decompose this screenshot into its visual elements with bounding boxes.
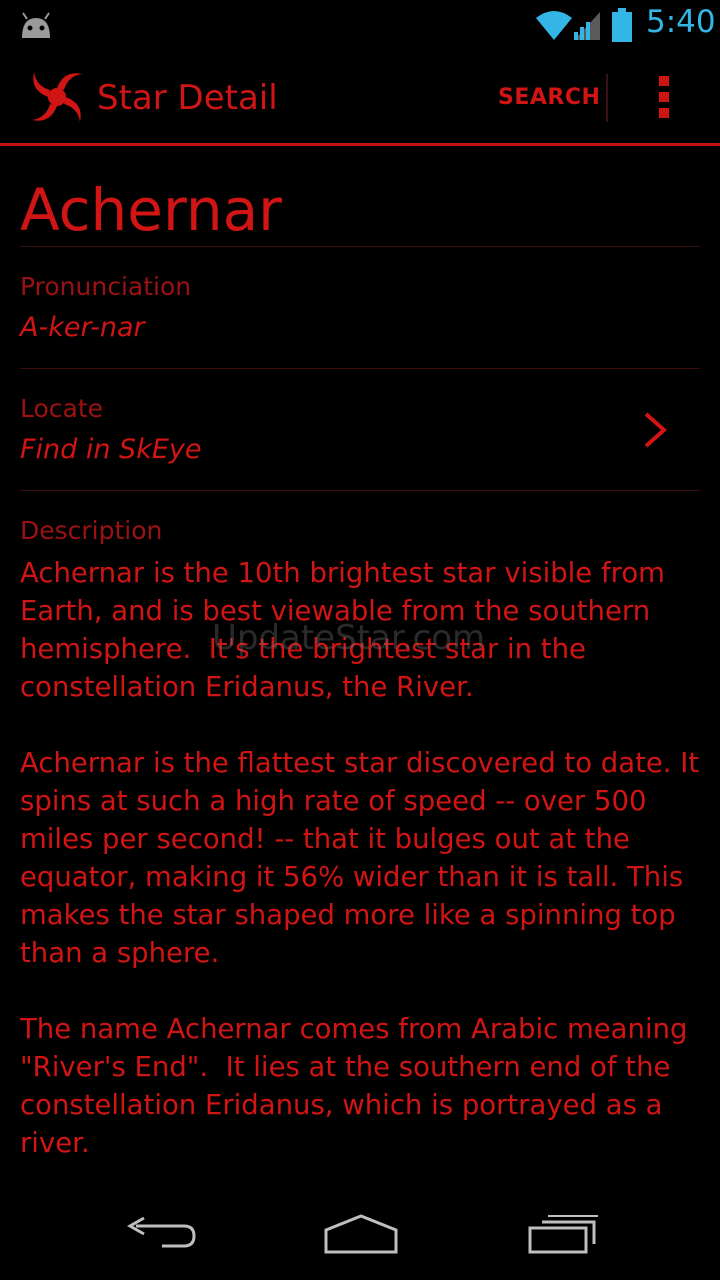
recent-apps-icon[interactable]: [526, 1212, 600, 1256]
chevron-right-icon[interactable]: [640, 410, 670, 450]
action-bar: Star Detail SEARCH: [0, 50, 720, 143]
status-bar: 5:40: [0, 0, 720, 50]
divider: [20, 246, 700, 247]
overflow-menu-icon[interactable]: [650, 76, 678, 120]
star-name: Achernar: [20, 176, 282, 244]
search-button[interactable]: SEARCH: [498, 85, 600, 110]
signal-icon: [574, 12, 600, 40]
action-bar-underline: [0, 143, 720, 146]
battery-icon: [612, 8, 632, 42]
android-icon: [22, 12, 50, 38]
app-logo-icon[interactable]: [28, 68, 86, 126]
locate-label: Locate: [20, 394, 104, 423]
pronunciation-label: Pronunciation: [20, 272, 192, 301]
description-text: Achernar is the 10th brightest star visi…: [20, 557, 700, 1159]
divider: [20, 368, 700, 369]
pronunciation-value: A-ker-nar: [20, 312, 145, 343]
wifi-icon: [536, 11, 572, 40]
action-divider: [606, 74, 608, 122]
screen-title: Star Detail: [97, 78, 278, 118]
locate-value[interactable]: Find in SkEye: [20, 434, 202, 465]
divider: [20, 490, 700, 491]
back-icon[interactable]: [122, 1212, 198, 1256]
navigation-bar: [0, 1188, 720, 1280]
description-label: Description: [20, 516, 163, 545]
home-icon[interactable]: [322, 1212, 400, 1256]
clock-time: 5:40: [646, 4, 716, 40]
